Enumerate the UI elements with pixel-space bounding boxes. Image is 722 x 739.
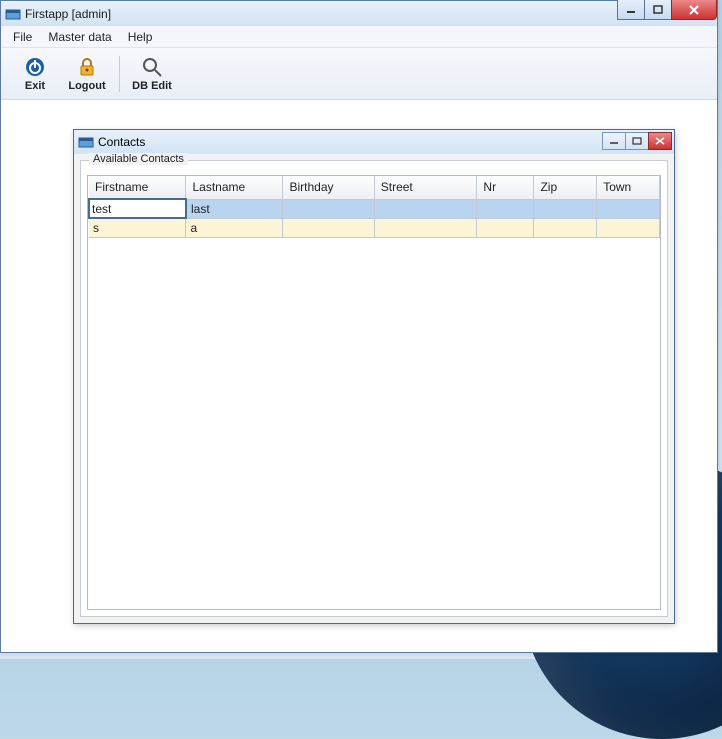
cell-lastname[interactable]: last [186, 199, 283, 218]
header-lastname[interactable]: Lastname [186, 176, 283, 199]
content-area: Contacts Available Contacts [1, 101, 717, 652]
contacts-window: Contacts Available Contacts [73, 129, 675, 624]
menu-help[interactable]: Help [120, 27, 161, 47]
table-row[interactable]: test last [89, 199, 660, 218]
main-titlebar[interactable]: Firstapp [admin] [1, 0, 717, 26]
cell-town[interactable] [597, 199, 660, 218]
logout-label: Logout [68, 80, 105, 92]
header-birthday[interactable]: Birthday [283, 176, 374, 199]
cell-birthday[interactable] [283, 218, 374, 238]
header-street[interactable]: Street [374, 176, 477, 199]
close-button[interactable] [671, 0, 717, 20]
dbedit-button[interactable]: DB Edit [126, 51, 178, 97]
cell-firstname[interactable]: test [89, 199, 186, 218]
cell-lastname[interactable]: a [186, 218, 283, 238]
toolbar: Exit Logout DB Edit [1, 48, 717, 100]
contacts-maximize-button[interactable] [625, 132, 649, 150]
group-label: Available Contacts [89, 153, 188, 165]
cell-nr[interactable] [477, 218, 534, 238]
contacts-table[interactable]: Firstname Lastname Birthday Street Nr Zi… [88, 176, 660, 238]
minimize-button[interactable] [617, 0, 645, 20]
toolbar-separator [119, 56, 120, 92]
lock-icon [76, 56, 98, 78]
main-title: Firstapp [admin] [25, 7, 111, 21]
contacts-icon [78, 136, 94, 148]
contacts-title: Contacts [98, 135, 145, 149]
cell-street[interactable] [374, 199, 477, 218]
cell-firstname[interactable]: s [89, 218, 186, 238]
cell-zip[interactable] [534, 218, 597, 238]
cell-town[interactable] [597, 218, 660, 238]
contacts-minimize-button[interactable] [602, 132, 626, 150]
exit-button[interactable]: Exit [9, 51, 61, 97]
header-zip[interactable]: Zip [534, 176, 597, 199]
cell-zip[interactable] [534, 199, 597, 218]
table-row[interactable]: s a [89, 218, 660, 238]
magnifier-icon [141, 56, 163, 78]
logout-button[interactable]: Logout [61, 51, 113, 97]
header-firstname[interactable]: Firstname [89, 176, 186, 199]
menu-file[interactable]: File [5, 27, 40, 47]
header-nr[interactable]: Nr [477, 176, 534, 199]
contacts-table-container[interactable]: Firstname Lastname Birthday Street Nr Zi… [87, 175, 661, 610]
cell-nr[interactable] [477, 199, 534, 218]
available-contacts-group: Available Contacts Firstname Lastname Bi… [80, 160, 668, 617]
cell-street[interactable] [374, 218, 477, 238]
main-window-controls [618, 0, 717, 20]
maximize-button[interactable] [644, 0, 672, 20]
menu-masterdata[interactable]: Master data [40, 27, 119, 47]
menu-bar: File Master data Help [1, 26, 717, 48]
contacts-titlebar[interactable]: Contacts [74, 130, 674, 154]
contacts-close-button[interactable] [648, 132, 672, 150]
header-town[interactable]: Town [597, 176, 660, 199]
main-window: Firstapp [admin] File Master data Help E… [0, 0, 718, 653]
exit-label: Exit [25, 80, 45, 92]
cell-birthday[interactable] [283, 199, 374, 218]
contacts-window-controls [603, 132, 672, 150]
power-icon [24, 56, 46, 78]
app-icon [5, 8, 21, 20]
dbedit-label: DB Edit [132, 80, 172, 92]
table-header-row: Firstname Lastname Birthday Street Nr Zi… [89, 176, 660, 199]
